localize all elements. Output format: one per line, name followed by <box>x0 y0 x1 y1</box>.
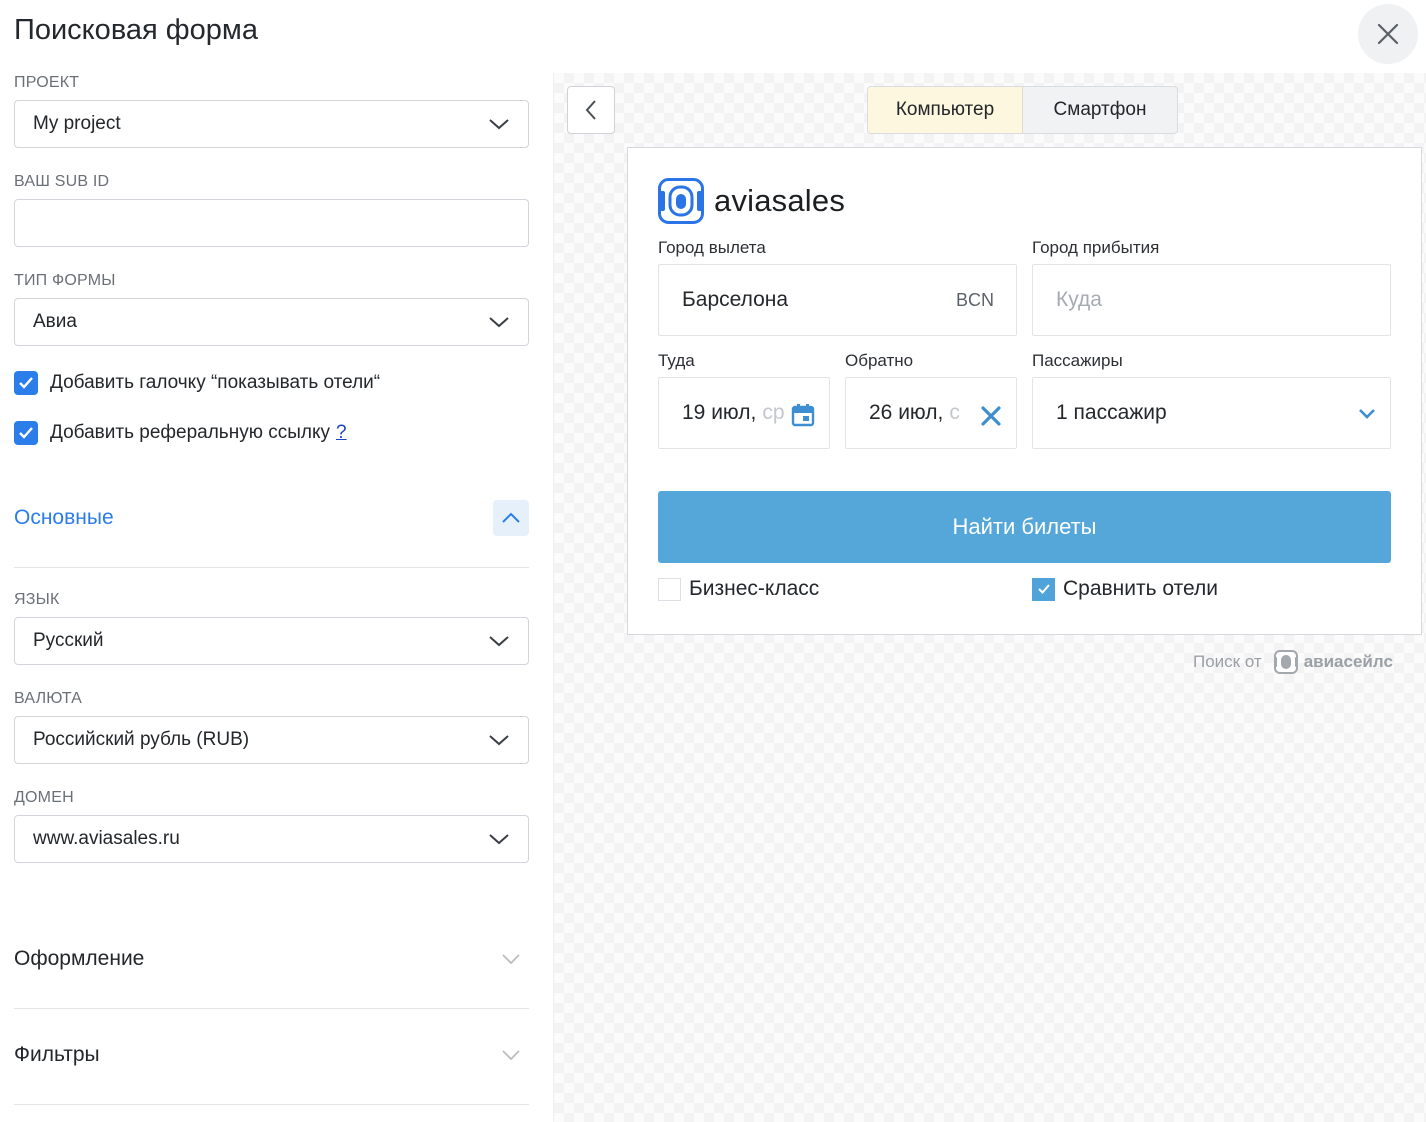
compare-hotels-label: Сравнить отели <box>1063 577 1218 600</box>
chevron-down-icon <box>502 1050 520 1061</box>
chevron-down-icon <box>489 636 509 647</box>
return-label: Обратно <box>845 351 914 370</box>
sub-id-label: ВАШ SUB ID <box>14 173 110 190</box>
main-section-toggle[interactable] <box>493 500 529 536</box>
passengers-value: 1 пассажир <box>1056 401 1167 424</box>
form-type-select[interactable]: Авиа <box>14 298 529 346</box>
preview-area: Компьютер Смартфон aviasales Город вылет… <box>553 73 1426 1122</box>
return-value: 26 июл, <box>869 401 944 424</box>
destination-input[interactable]: Куда <box>1032 264 1391 336</box>
chevron-left-icon <box>585 100 596 120</box>
origin-code: BCN <box>955 289 994 310</box>
search-widget: aviasales Город вылета Барселона BCN Гор… <box>627 147 1422 635</box>
domain-label: ДОМЕН <box>14 789 74 806</box>
return-weekday: с <box>949 401 960 424</box>
check-icon <box>19 377 33 389</box>
currency-select[interactable]: Российский рубль (RUB) <box>14 716 529 764</box>
main-section-header[interactable]: Основные <box>14 498 529 538</box>
chevron-down-icon <box>1359 409 1375 419</box>
chevron-down-icon <box>502 954 520 965</box>
clear-date-icon[interactable] <box>981 406 1001 426</box>
back-button[interactable] <box>567 86 615 134</box>
section-divider <box>14 567 529 568</box>
chevron-down-icon <box>489 317 509 328</box>
origin-input[interactable]: Барселона BCN <box>658 264 1017 336</box>
tab-desktop[interactable]: Компьютер <box>868 87 1023 133</box>
chevron-down-icon <box>489 735 509 746</box>
show-hotels-checkbox-row[interactable]: Добавить галочку “показывать отели“ <box>14 371 380 395</box>
form-type-value: Авиа <box>33 311 77 332</box>
passengers-select[interactable]: 1 пассажир <box>1032 377 1391 449</box>
chevron-down-icon <box>489 834 509 845</box>
depart-label: Туда <box>658 351 695 370</box>
filters-section-header[interactable]: Фильтры <box>14 1035 529 1075</box>
tab-smartphone[interactable]: Смартфон <box>1023 87 1177 133</box>
section-divider <box>14 1008 529 1009</box>
chevron-up-icon <box>502 512 520 523</box>
passengers-label: Пассажиры <box>1032 351 1123 370</box>
brand-logo: aviasales <box>658 178 845 224</box>
project-value: My project <box>33 113 121 134</box>
close-icon <box>1377 23 1399 45</box>
section-divider <box>14 1104 529 1105</box>
project-select[interactable]: My project <box>14 100 529 148</box>
language-value: Русский <box>33 630 104 651</box>
design-section-title: Оформление <box>14 947 145 970</box>
page-title: Поисковая форма <box>14 14 258 46</box>
depart-value: 19 июл, <box>682 401 757 424</box>
main-section-title: Основные <box>14 506 114 529</box>
design-section-header[interactable]: Оформление <box>14 939 529 979</box>
brand-name: aviasales <box>714 183 846 218</box>
project-label: ПРОЕКТ <box>14 74 80 91</box>
referral-checkbox[interactable] <box>14 421 38 445</box>
aviasales-small-logo-icon <box>1273 650 1298 674</box>
referral-checkbox-row[interactable]: Добавить реферальную ссылку ? <box>14 421 347 445</box>
domain-select[interactable]: www.aviasales.ru <box>14 815 529 863</box>
calendar-icon[interactable] <box>791 403 815 427</box>
depart-date-input[interactable]: 19 июл, ср <box>658 377 830 449</box>
business-class-checkbox[interactable] <box>658 577 681 601</box>
check-icon <box>1037 584 1050 594</box>
domain-value: www.aviasales.ru <box>33 828 180 849</box>
language-select[interactable]: Русский <box>14 617 529 665</box>
compare-hotels-checkbox-row[interactable]: Сравнить отели <box>1032 577 1218 601</box>
currency-label: ВАЛЮТА <box>14 690 83 707</box>
form-type-label: ТИП ФОРМЫ <box>14 272 116 289</box>
return-date-input[interactable]: 26 июл, с <box>845 377 1017 449</box>
destination-label: Город прибытия <box>1032 238 1160 257</box>
business-class-label: Бизнес-класс <box>689 577 820 600</box>
show-hotels-label: Добавить галочку “показывать отели“ <box>50 372 381 393</box>
compare-hotels-checkbox[interactable] <box>1032 577 1055 601</box>
origin-label: Город вылета <box>658 238 766 257</box>
powered-by-brand: авиасейлс <box>1303 652 1393 671</box>
destination-placeholder: Куда <box>1056 288 1102 311</box>
chevron-down-icon <box>489 119 509 130</box>
show-hotels-checkbox[interactable] <box>14 371 38 395</box>
device-switcher: Компьютер Смартфон <box>867 86 1178 134</box>
search-tickets-button[interactable]: Найти билеты <box>658 491 1391 563</box>
language-label: ЯЗЫК <box>14 591 60 608</box>
filters-section-toggle[interactable] <box>493 1037 529 1073</box>
close-button[interactable] <box>1358 4 1418 64</box>
sub-id-input[interactable] <box>14 199 529 247</box>
aviasales-logo-icon <box>658 178 704 224</box>
check-icon <box>19 427 33 439</box>
depart-weekday: ср <box>762 401 785 424</box>
origin-value: Барселона <box>682 288 789 311</box>
referral-help-link[interactable]: ? <box>336 422 347 444</box>
powered-by-text: Поиск от <box>1193 652 1262 671</box>
powered-by: Поиск от авиасейлс <box>1193 650 1393 674</box>
design-section-toggle[interactable] <box>493 941 529 977</box>
filters-section-title: Фильтры <box>14 1043 100 1066</box>
business-class-checkbox-row[interactable]: Бизнес-класс <box>658 577 819 601</box>
referral-label: Добавить реферальную ссылку <box>50 422 330 443</box>
currency-value: Российский рубль (RUB) <box>33 729 250 750</box>
